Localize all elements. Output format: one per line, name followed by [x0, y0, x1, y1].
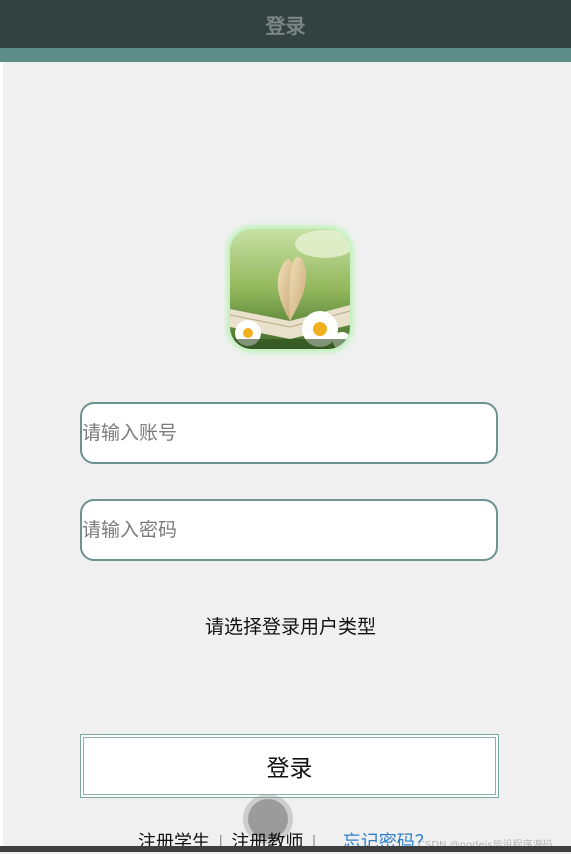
book-daisy-picture — [230, 229, 350, 349]
top-bar: 登录 — [0, 0, 571, 48]
left-edge-divider — [0, 62, 3, 852]
user-type-selector[interactable]: 请选择登录用户类型 — [0, 612, 571, 639]
account-input[interactable] — [82, 404, 496, 462]
account-field-box — [80, 402, 498, 464]
password-field-box — [80, 499, 498, 561]
bottom-system-bar — [0, 846, 571, 852]
password-input[interactable] — [82, 501, 496, 559]
page-title: 登录 — [265, 13, 306, 38]
logo-image — [230, 229, 350, 349]
login-button[interactable]: 登录 — [80, 734, 499, 798]
header-accent-stripe — [0, 48, 571, 62]
